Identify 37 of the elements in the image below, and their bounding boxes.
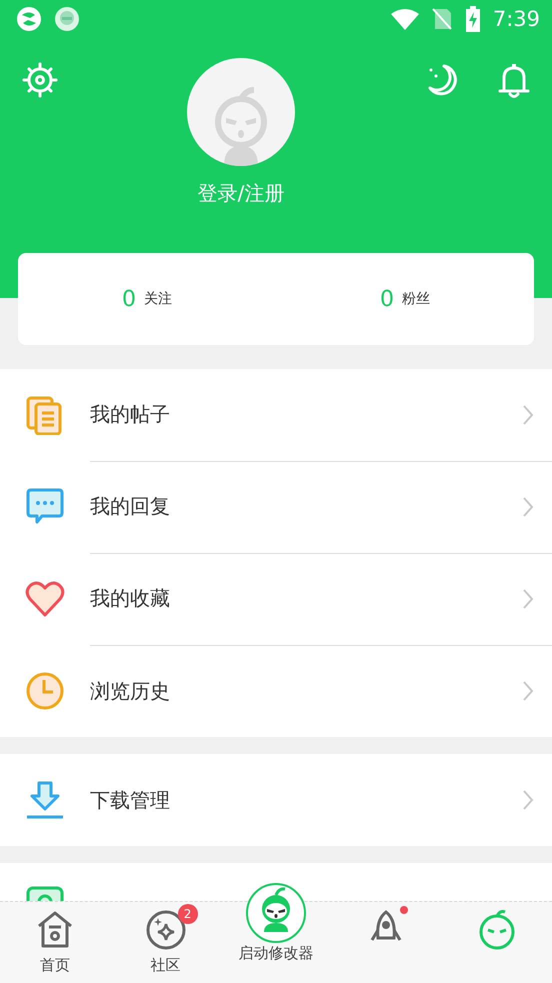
- menu-item-label: 浏览历史: [90, 678, 170, 704]
- no-sim-icon: [430, 7, 453, 31]
- settings-icon[interactable]: [22, 62, 58, 98]
- clock-icon: [25, 671, 65, 711]
- status-time: 7:39: [492, 7, 540, 31]
- menu-item-label: 下载管理: [90, 786, 170, 814]
- battery-icon: [464, 6, 481, 32]
- menu-item[interactable]: 我的帖子: [0, 369, 552, 461]
- wifi-icon: [390, 8, 419, 30]
- chevron-icon: [522, 588, 534, 610]
- menu-item-label: 我的回复: [90, 493, 170, 520]
- notification-badge: 2: [178, 904, 198, 924]
- app-notification-icon: [16, 6, 42, 32]
- menu-item-label: 我的收藏: [90, 585, 170, 612]
- sparkle-icon: [146, 910, 186, 950]
- tab-label: 社区: [150, 956, 181, 975]
- app-notification-icon: [54, 6, 80, 32]
- smiley-icon: [476, 910, 517, 950]
- chevron-icon: [522, 680, 534, 702]
- heart-icon: [25, 579, 65, 619]
- chevron-icon: [522, 496, 534, 518]
- tab[interactable]: 首页: [0, 902, 110, 983]
- bell-icon[interactable]: [496, 62, 532, 100]
- menu-item-label: 我的帖子: [90, 401, 170, 428]
- tab-label: 首页: [40, 956, 70, 975]
- menu-item[interactable]: 我的收藏: [0, 553, 552, 645]
- tab[interactable]: 启动修改器: [220, 882, 332, 983]
- tab-label: 启动修改器: [238, 944, 314, 963]
- stat-label[interactable]: 粉丝: [402, 290, 430, 308]
- menu-item[interactable]: 我的回复: [0, 461, 552, 553]
- menu-item[interactable]: 浏览历史: [0, 645, 552, 737]
- chevron-icon: [522, 404, 534, 426]
- tab[interactable]: 2 社区: [110, 902, 221, 983]
- download-icon: [25, 780, 65, 820]
- stat-label[interactable]: 关注: [144, 290, 172, 308]
- chevron-icon: [522, 789, 534, 811]
- menu-item[interactable]: 下载管理: [0, 754, 552, 846]
